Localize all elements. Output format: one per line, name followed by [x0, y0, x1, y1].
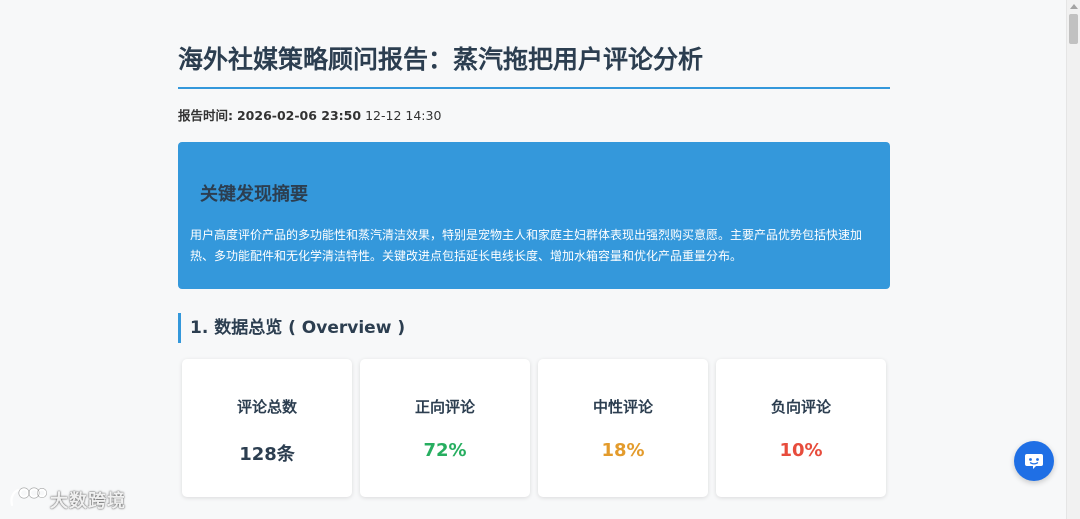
stat-card-positive: 正向评论 72%: [360, 359, 530, 497]
title-divider: [178, 87, 890, 89]
stat-card-value: 72%: [423, 440, 467, 461]
stat-card-label: 评论总数: [236, 398, 297, 416]
overview-heading: 1. 数据总览 ( Overview ): [178, 313, 405, 343]
stat-card-total: 评论总数 128条: [182, 359, 352, 497]
scroll-thumb[interactable]: [1069, 14, 1078, 44]
watermark-text: 大数跨境: [50, 491, 126, 512]
vertical-scrollbar[interactable]: [1066, 0, 1080, 519]
key-findings-text: 用户高度评价产品的多功能性和蒸汽清洁效果，特别是宠物主人和家庭主妇群体表现出强烈…: [190, 228, 863, 263]
stat-card-value: 18%: [601, 440, 645, 461]
page-title: 海外社媒策略顾问报告：蒸汽拖把用户评论分析: [178, 45, 704, 74]
stat-card-value: 10%: [779, 440, 823, 461]
chat-bubble-icon: [1025, 454, 1043, 469]
stat-card-label: 正向评论: [414, 398, 475, 416]
stat-card-neutral: 中性评论 18%: [538, 359, 708, 497]
overview-cards: 评论总数 128条 正向评论 72% 中性评论 18% 负向评论 10%: [182, 359, 886, 497]
report-time-value: 2026-02-06 23:50: [236, 108, 362, 123]
report-time-label: 报告时间:: [178, 108, 233, 123]
key-findings-title: 关键发现摘要: [200, 184, 308, 205]
stat-card-label: 中性评论: [592, 398, 653, 416]
chat-button[interactable]: [1014, 441, 1054, 481]
stat-card-label: 负向评论: [770, 398, 831, 416]
stat-card-negative: 负向评论 10%: [716, 359, 886, 497]
stat-card-value: 128条: [239, 444, 295, 465]
report-time: 报告时间: 2026-02-06 23:50 12-12 14:30: [178, 108, 441, 124]
dashu-logo-icon: [10, 487, 47, 507]
report-page: 海外社媒策略顾问报告：蒸汽拖把用户评论分析 报告时间: 2026-02-06 2…: [0, 0, 1066, 519]
scroll-up-arrow-icon[interactable]: [1070, 4, 1078, 9]
report-time-extra: 12-12 14:30: [365, 108, 442, 123]
